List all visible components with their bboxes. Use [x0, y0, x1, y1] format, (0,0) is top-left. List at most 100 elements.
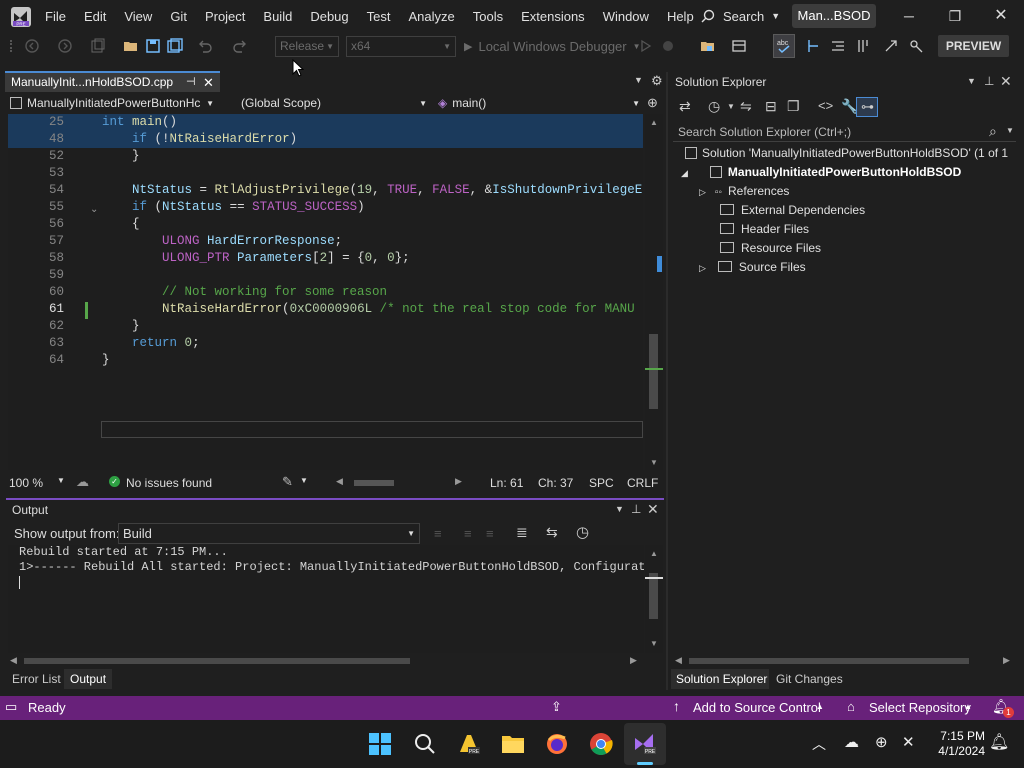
tree-item-source-files[interactable]: ▷ Source Files: [699, 258, 806, 277]
scroll-thumb[interactable]: [24, 658, 410, 664]
clock-icon[interactable]: ◷: [576, 523, 589, 541]
save-icon[interactable]: [145, 38, 161, 54]
menu-item-edit[interactable]: Edit: [75, 9, 115, 24]
cleanup-brush-icon[interactable]: ✎: [282, 474, 293, 490]
tab-git-changes[interactable]: Git Changes: [771, 669, 843, 689]
output-horizontal-scrollbar[interactable]: ◀ ▶: [8, 655, 642, 667]
switch-views-icon[interactable]: ⇄: [679, 98, 691, 115]
performance-profiler-icon[interactable]: [660, 38, 676, 54]
scroll-right-icon[interactable]: ▶: [1003, 655, 1010, 666]
minimize-button[interactable]: ─: [886, 0, 932, 32]
start-without-debugging-icon[interactable]: [638, 38, 654, 54]
preview-badge[interactable]: PREVIEW: [938, 35, 1009, 57]
tree-project[interactable]: ◢ ManuallyInitiatedPowerButtonHoldBSOD: [681, 163, 961, 182]
scroll-down-icon[interactable]: ▼: [650, 458, 658, 467]
add-to-source-control-button[interactable]: Add to Source Control: [693, 700, 821, 715]
panel-options-chevron-icon[interactable]: ▼: [967, 76, 976, 86]
copilot-icon[interactable]: ☁: [76, 474, 89, 490]
scope-dropdown[interactable]: (Global Scope) ▼: [241, 94, 431, 113]
menu-item-help[interactable]: Help: [658, 9, 703, 24]
scroll-left-icon[interactable]: ◀: [10, 655, 17, 666]
zoom-level[interactable]: 100 %: [9, 476, 43, 490]
copilot-preview-icon[interactable]: PRE: [457, 732, 481, 756]
layout-icon[interactable]: [731, 38, 747, 54]
close-panel-icon[interactable]: ✕: [1000, 73, 1012, 90]
menu-item-view[interactable]: View: [115, 9, 161, 24]
tree-item-header-files[interactable]: Header Files: [720, 220, 809, 239]
save-all-icon[interactable]: [167, 38, 183, 54]
firefox-icon[interactable]: [545, 732, 569, 756]
upload-icon[interactable]: ⇪: [551, 699, 562, 715]
collapse-chevron-icon[interactable]: ⌄: [90, 204, 98, 215]
menu-item-test[interactable]: Test: [358, 9, 400, 24]
solution-name-badge[interactable]: Man...BSOD: [792, 4, 876, 28]
menu-item-tools[interactable]: Tools: [464, 9, 512, 24]
panel-options-chevron-icon[interactable]: ▼: [615, 504, 624, 514]
menu-item-analyze[interactable]: Analyze: [399, 9, 463, 24]
navigate-back-icon[interactable]: [24, 38, 40, 54]
scroll-up-icon[interactable]: ▲: [650, 549, 658, 558]
goto-next-message-icon[interactable]: ≡: [464, 526, 472, 541]
system-clock[interactable]: 7:15 PM 4/1/2024: [925, 729, 985, 759]
scroll-left-icon[interactable]: ◀: [336, 476, 343, 487]
find-message-icon[interactable]: ≡: [486, 526, 494, 541]
editor-vertical-scrollbar[interactable]: ▲ ▼: [645, 114, 663, 470]
live-share-icon[interactable]: [908, 38, 924, 54]
show-hidden-icons-chevron-icon[interactable]: ︿: [812, 734, 826, 754]
menu-item-project[interactable]: Project: [196, 9, 254, 24]
horizontal-scroll-thumb[interactable]: [354, 480, 394, 486]
network-globe-icon[interactable]: ⊕: [875, 733, 888, 751]
tab-error-list[interactable]: Error List: [6, 669, 67, 689]
view-code-icon[interactable]: <>: [818, 98, 833, 113]
line-ending-indicator[interactable]: CRLF: [627, 476, 658, 490]
member-dropdown[interactable]: ◈ main() ▼: [438, 94, 644, 113]
comment-icon[interactable]: [855, 38, 871, 54]
menu-item-window[interactable]: Window: [594, 9, 658, 24]
scroll-down-icon[interactable]: ▼: [650, 639, 658, 648]
tree-item-resource-files[interactable]: Resource Files: [720, 239, 821, 258]
close-window-button[interactable]: ✕: [978, 0, 1024, 32]
line-indicator[interactable]: Ln: 61: [490, 476, 523, 490]
scroll-thumb[interactable]: [649, 334, 658, 409]
show-all-files-icon[interactable]: ❐: [787, 98, 800, 115]
onedrive-icon[interactable]: ☁: [844, 733, 859, 751]
open-file-icon[interactable]: [700, 38, 716, 54]
close-panel-icon[interactable]: ✕: [647, 501, 659, 518]
split-editor-icon[interactable]: ⊕: [647, 95, 658, 111]
visual-studio-taskbar-button[interactable]: PRE: [624, 723, 666, 765]
solution-search-input[interactable]: Search Solution Explorer (Ctrl+;) ⌕ ▼: [673, 122, 1016, 142]
volume-muted-icon[interactable]: ✕: [902, 733, 915, 751]
close-tab-icon[interactable]: ✕: [203, 73, 214, 92]
file-explorer-icon[interactable]: [501, 733, 525, 755]
clear-all-icon[interactable]: ≣: [516, 524, 528, 541]
platform-dropdown[interactable]: x64 ▼: [346, 36, 456, 57]
collapsed-chevron-icon[interactable]: ▷: [699, 187, 706, 197]
step-into-icon[interactable]: [806, 38, 822, 54]
pin-icon[interactable]: ⊣: [186, 73, 196, 92]
sync-with-document-icon[interactable]: ⇋: [740, 98, 752, 115]
menu-item-git[interactable]: Git: [161, 9, 196, 24]
notification-bell-icon[interactable]: 🔔︎: [989, 732, 1009, 752]
scroll-right-icon[interactable]: ▶: [630, 655, 637, 666]
code-editor[interactable]: 25 int main() 48 if (!NtRaiseHardError) 52 …: [8, 114, 643, 470]
pin-icon[interactable]: ⊥: [984, 74, 994, 88]
configuration-dropdown[interactable]: Release ▼: [275, 36, 339, 57]
collapsed-chevron-icon[interactable]: ▷: [699, 263, 706, 273]
menu-item-debug[interactable]: Debug: [301, 9, 357, 24]
pending-changes-filter-icon[interactable]: ◷: [708, 98, 720, 115]
chrome-icon[interactable]: [589, 732, 613, 756]
new-project-icon[interactable]: [90, 38, 106, 54]
toolbar-grip[interactable]: [10, 40, 16, 52]
spell-check-toggle[interactable]: abc: [773, 34, 795, 58]
chevron-down-icon[interactable]: ▼: [1006, 126, 1014, 135]
undo-icon[interactable]: [197, 38, 213, 54]
start-debugging-button[interactable]: ▶ Local Windows Debugger ▼: [464, 38, 641, 54]
tree-item-external-dependencies[interactable]: External Dependencies: [720, 201, 865, 220]
document-tab-active[interactable]: ManuallyInit...nHoldBSOD.cpp ⊣ ✕: [5, 71, 220, 92]
collapse-all-icon[interactable]: ⊟: [765, 98, 777, 115]
scroll-right-icon[interactable]: ▶: [455, 476, 462, 487]
output-vertical-scrollbar[interactable]: ▲ ▼: [645, 545, 663, 653]
project-dropdown[interactable]: ManuallyInitiatedPowerButtonHc ▼: [10, 94, 218, 113]
menu-item-file[interactable]: File: [36, 9, 75, 24]
whitespace-indicator[interactable]: SPC: [589, 476, 614, 490]
